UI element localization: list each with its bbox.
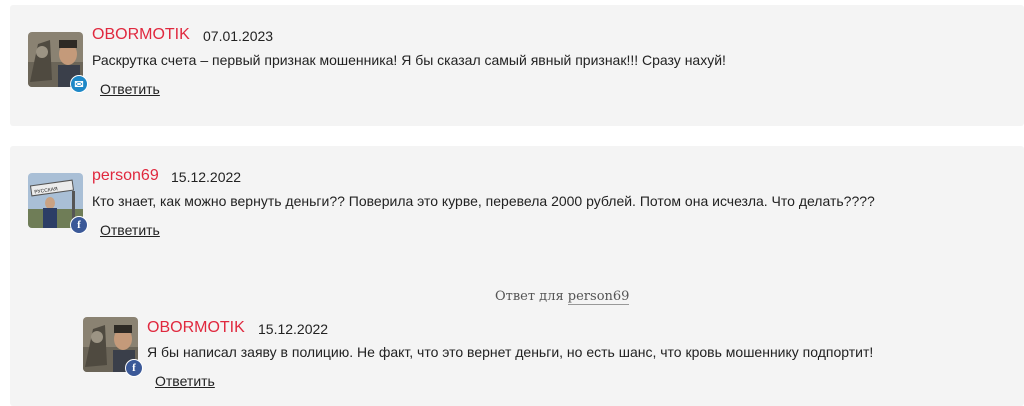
- reply-author[interactable]: OBORMOTIK: [147, 319, 245, 337]
- reply-to-prefix: Ответ для: [495, 289, 564, 304]
- comment-date: 15.12.2022: [171, 169, 242, 185]
- comment-date: 07.01.2023: [203, 28, 274, 44]
- comment-text: Раскрутка счета – первый признак мошенни…: [92, 52, 726, 68]
- reply-text: Я бы написал заяву в полицию. Не факт, ч…: [147, 344, 874, 360]
- reply-to-label: Ответ для person69: [495, 289, 630, 305]
- reply-date: 15.12.2022: [258, 321, 329, 337]
- comment-author[interactable]: OBORMOTIK: [92, 26, 190, 44]
- reply-link[interactable]: Ответить: [100, 81, 160, 97]
- comment-card: РУССКАЯ f person69 15.12.2022 Кто знает,…: [10, 146, 1024, 406]
- mail-icon: ✉: [70, 75, 88, 93]
- comment-text: Кто знает, как можно вернуть деньги?? По…: [92, 193, 875, 209]
- facebook-icon: f: [70, 216, 88, 234]
- facebook-icon: f: [125, 359, 143, 377]
- comment-card: ✉ OBORMOTIK 07.01.2023 Раскрутка счета –…: [10, 5, 1024, 126]
- reply-link[interactable]: Ответить: [155, 373, 215, 389]
- comment-author[interactable]: person69: [92, 167, 159, 185]
- reply-link[interactable]: Ответить: [100, 222, 160, 238]
- reply-to-user-link[interactable]: person69: [567, 289, 630, 305]
